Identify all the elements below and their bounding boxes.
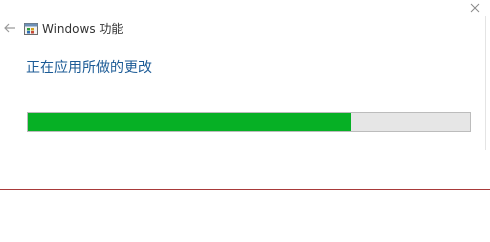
status-heading: 正在应用所做的更改 xyxy=(26,60,152,76)
window-edge xyxy=(485,16,486,150)
windows-features-dialog: Windows 功能 正在应用所做的更改 xyxy=(0,0,490,242)
close-button[interactable] xyxy=(464,0,486,16)
back-arrow-icon xyxy=(4,23,15,33)
dialog-footer xyxy=(0,190,490,242)
back-button[interactable] xyxy=(2,20,18,36)
progress-bar-fill xyxy=(28,113,351,131)
progress-bar xyxy=(27,112,471,132)
close-icon xyxy=(470,3,480,13)
title-bar: Windows 功能 xyxy=(0,0,490,44)
window-title: Windows 功能 xyxy=(42,22,124,36)
windows-features-icon xyxy=(24,23,38,35)
